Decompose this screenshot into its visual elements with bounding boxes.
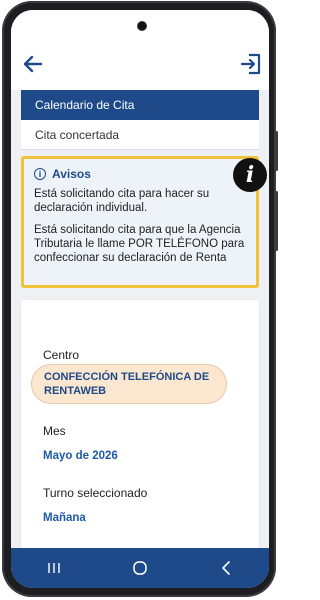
centro-value-line1: CONFECCIÓN TELEFÓNICA DE <box>44 371 210 383</box>
recent-apps-icon <box>48 563 60 573</box>
mes-label: Mes <box>43 424 66 438</box>
chevron-left-icon <box>222 561 230 575</box>
tab-calendario-de-cita[interactable]: Calendario de Cita <box>21 90 259 120</box>
tab-cita-concertada-label: Cita concertada <box>35 127 120 142</box>
arrow-left-icon[interactable] <box>21 52 45 76</box>
centro-label: Centro <box>43 348 80 362</box>
turno-value: Mañana <box>43 512 86 524</box>
notice-header: i Avisos <box>34 167 246 181</box>
tab-calendario-label: Calendario de Cita <box>35 98 135 112</box>
front-camera <box>138 22 146 30</box>
back-button[interactable] <box>206 554 246 582</box>
logout-icon[interactable] <box>239 52 263 76</box>
info-icon: i <box>233 158 267 192</box>
notice-box: i Avisos Está solicitando cita para hace… <box>21 156 259 288</box>
home-button[interactable] <box>120 554 160 582</box>
tab-cita-concertada[interactable]: Cita concertada <box>21 120 259 150</box>
notice-paragraph-2: Está solicitando cita para que la Agenci… <box>34 224 245 264</box>
power-button <box>275 191 278 251</box>
home-icon <box>133 561 147 575</box>
mes-value: Mayo de 2026 <box>43 450 118 462</box>
turno-label: Turno seleccionado <box>43 486 148 500</box>
phone-frame: Calendario de Cita Cita concertada i Avi… <box>2 1 278 597</box>
android-nav-bar <box>11 548 269 588</box>
recent-apps-button[interactable] <box>34 554 74 582</box>
screen: Calendario de Cita Cita concertada i Avi… <box>11 10 269 588</box>
info-circle-icon: i <box>34 168 46 180</box>
notice-paragraph-1: Está solicitando cita para hacer su decl… <box>34 188 210 214</box>
appointment-card: Centro CONFECCIÓN TELEFÓNICA DE RENTAWEB… <box>21 300 259 550</box>
notice-title: Avisos <box>52 167 91 181</box>
centro-chip[interactable]: CONFECCIÓN TELEFÓNICA DE RENTAWEB <box>31 364 227 404</box>
volume-button <box>275 131 278 171</box>
centro-value-line2: RENTAWEB <box>44 385 107 397</box>
